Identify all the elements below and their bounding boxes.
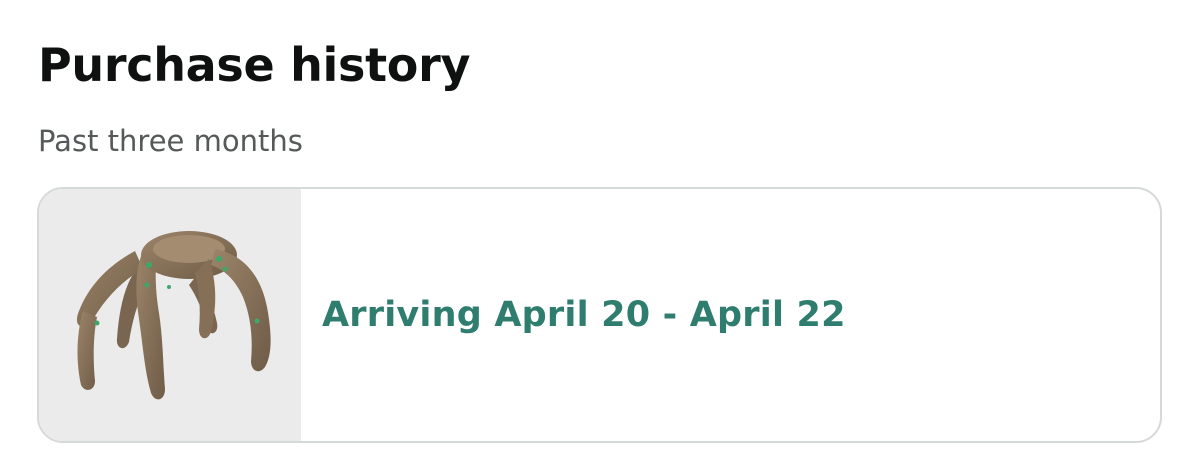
product-figure-image [76, 231, 271, 400]
page-subtitle: Past three months [38, 124, 303, 158]
page-title: Purchase history [38, 38, 471, 92]
product-thumbnail[interactable] [39, 189, 301, 441]
order-card[interactable]: Arriving April 20 - April 22 [37, 187, 1162, 443]
order-details[interactable]: Arriving April 20 - April 22 [301, 189, 1160, 441]
delivery-status: Arriving April 20 - April 22 [322, 295, 846, 335]
